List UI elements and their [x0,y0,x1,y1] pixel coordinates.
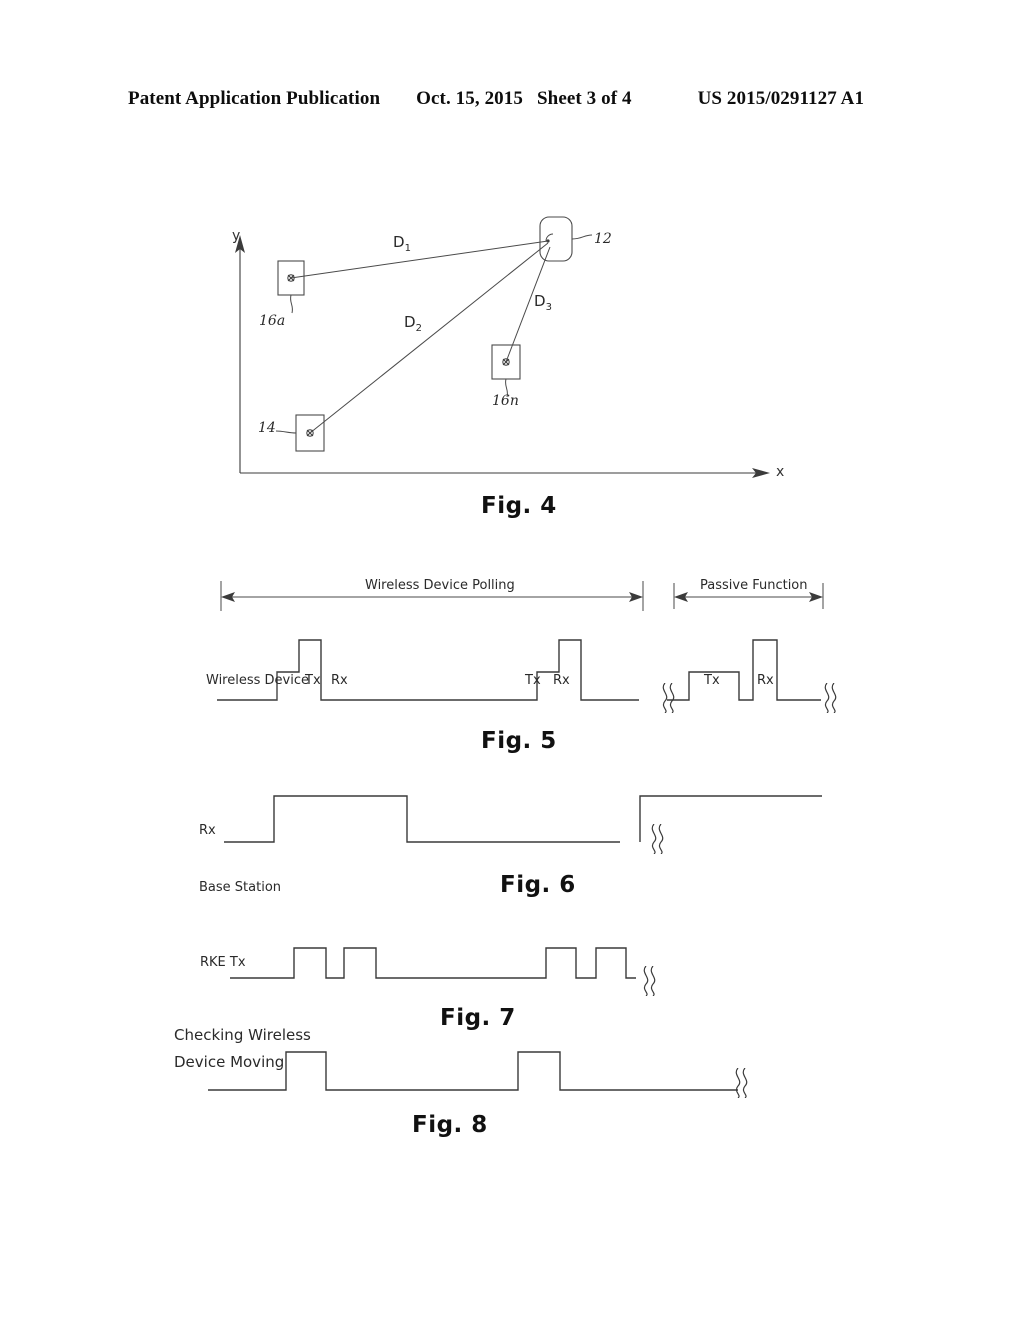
fig5-break-2 [817,682,839,718]
fig8-break-1 [728,1067,750,1103]
fig5-pulse-tx-1: Tx [305,673,321,688]
fig8-caption: Fig. 8 [412,1112,488,1138]
fig5-caption: Fig. 5 [481,728,557,754]
figure-4-drawing [235,216,770,478]
fig5-pulse-tx-2: Tx [525,673,541,688]
header-patent-number: US 2015/0291127 A1 [697,88,865,109]
fig8-signal-label-line1: Checking Wireless [174,1026,311,1044]
fig4-distance-d2-base: D [404,313,416,331]
fig7-break-1 [636,965,658,1001]
header-publication: Patent Application Publication [128,88,381,109]
break-symbol-icon [735,1067,748,1099]
fig4-distance-d1-sub: 1 [404,243,411,254]
figure-7-drawing [230,947,636,979]
break-symbol-icon [651,823,664,855]
fig6-signal-label: Rx [199,823,216,838]
fig5-phase-label-passive: Passive Function [700,578,808,593]
fig6-break-1 [644,823,666,859]
fig5-pulse-rx-3: Rx [757,673,774,688]
fig5-pulse-rx-2: Rx [553,673,570,688]
fig4-distance-d2: D2 [404,313,422,334]
fig4-distance-d3: D3 [534,292,552,313]
fig5-pulse-tx-3: Tx [704,673,720,688]
fig4-distance-d1: D1 [393,233,411,254]
fig4-distance-d1-base: D [393,233,405,251]
fig4-x-axis-label: x [776,464,785,480]
header-sheet: Sheet 3 of 4 [536,88,632,109]
fig4-distance-d3-sub: 3 [545,302,552,313]
figure-6-drawing [224,795,822,843]
fig4-caption: Fig. 4 [481,493,557,519]
fig6-caption: Fig. 6 [500,872,576,898]
fig4-distance-d3-base: D [534,292,546,310]
fig5-signal-label: Wireless Device [206,673,309,688]
fig5-break-1 [655,682,677,718]
fig6-source-label: Base Station [199,880,282,895]
header-date: Oct. 15, 2015 [416,88,523,109]
figure-5-drawing [217,581,824,701]
fig4-ref-12: 12 [594,231,612,247]
break-symbol-icon [643,965,656,997]
fig4-ref-14: 14 [258,420,276,436]
fig5-pulse-rx-1: Rx [331,673,348,688]
fig4-ref-16a: 16a [259,313,286,329]
break-symbol-icon [824,682,837,714]
fig5-phase-label-polling: Wireless Device Polling [365,578,515,593]
fig4-distance-d2-sub: 2 [415,323,422,334]
fig4-ref-16n: 16n [492,393,519,409]
fig7-signal-label: RKE Tx [200,955,246,970]
fig8-signal-label-line2: Device Moving [174,1053,285,1071]
fig7-caption: Fig. 7 [440,1005,516,1031]
break-symbol-icon [662,682,675,714]
fig4-y-axis-label: y [232,228,241,244]
page-header: Patent Application Publication Oct. 15, … [128,86,896,112]
